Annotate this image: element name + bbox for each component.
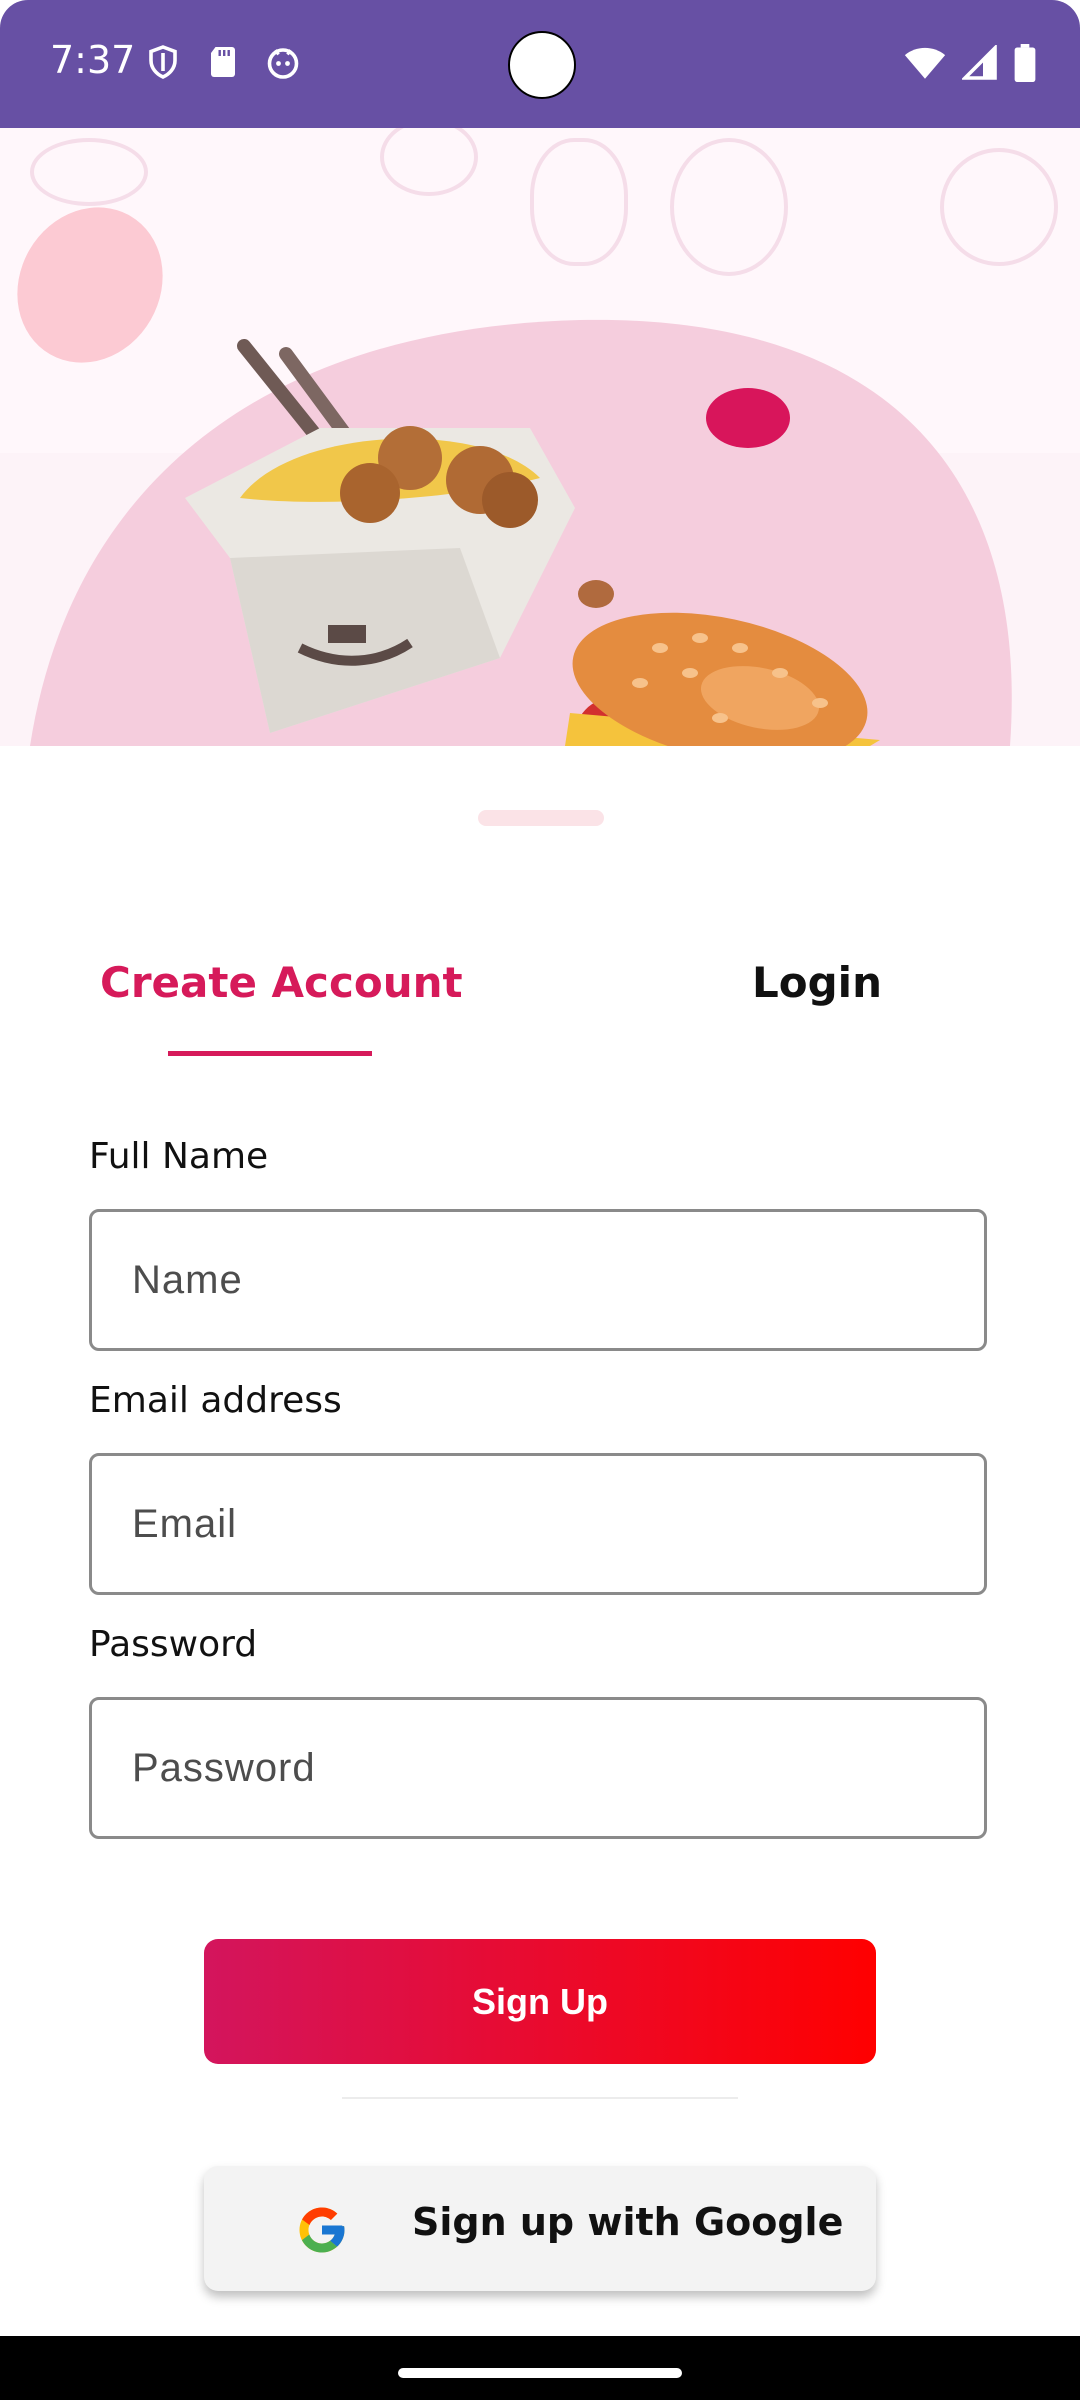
full-name-input[interactable]: [92, 1212, 984, 1348]
google-sign-up-button[interactable]: Sign up with Google: [204, 2166, 876, 2291]
password-input[interactable]: [92, 1700, 984, 1836]
navigation-bar: [0, 2336, 1080, 2400]
hero-illustration: [0, 128, 1080, 746]
tab-indicator: [168, 1051, 372, 1056]
divider: [342, 2097, 738, 2099]
full-name-field[interactable]: [89, 1209, 987, 1351]
status-time: 7:37: [50, 38, 136, 82]
status-icons-right: [904, 43, 1036, 87]
status-bar: 7:37: [0, 0, 1080, 128]
wifi-icon: [904, 45, 946, 86]
food-illustration: [17, 207, 1012, 746]
email-label: Email address: [89, 1380, 342, 1421]
camera-cutout: [508, 31, 576, 99]
password-field[interactable]: [89, 1697, 987, 1839]
tab-login[interactable]: Login: [752, 958, 882, 1007]
shield-icon: [145, 44, 181, 80]
google-icon: [295, 2203, 349, 2257]
google-sign-up-label: Sign up with Google: [412, 2200, 844, 2244]
sheet-handle[interactable]: [478, 810, 604, 826]
signal-icon: [960, 43, 998, 86]
status-icons-left: [145, 44, 301, 80]
password-label: Password: [89, 1624, 258, 1665]
sign-up-button[interactable]: Sign Up: [204, 1939, 876, 2064]
email-input[interactable]: [92, 1456, 984, 1592]
robot-face-icon: [265, 44, 301, 80]
email-field[interactable]: [89, 1453, 987, 1595]
full-name-label: Full Name: [89, 1136, 269, 1177]
tab-create-account[interactable]: Create Account: [100, 958, 463, 1007]
sd-card-icon: [205, 44, 241, 80]
battery-icon: [1014, 44, 1036, 87]
home-gesture-handle[interactable]: [398, 2368, 682, 2378]
